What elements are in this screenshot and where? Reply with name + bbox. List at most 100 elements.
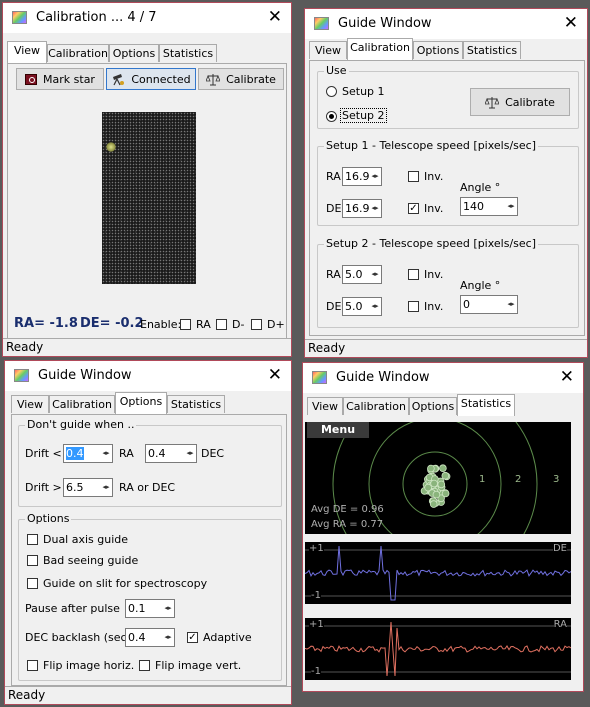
- adaptive-checkbox[interactable]: ✓: [187, 632, 198, 643]
- setup2-de-field[interactable]: 5.0 ◂▸: [342, 297, 382, 316]
- enable-ra-label: RA: [196, 318, 211, 331]
- inv-label: Inv.: [424, 170, 444, 183]
- tab-bar: View Calibration Options Statistics: [7, 41, 287, 63]
- drift-ra-field[interactable]: 0.4 ◂▸: [63, 444, 113, 463]
- scale-icon: [206, 73, 221, 85]
- guide-statistics-window: Guide Window ✕ View Calibration Options …: [302, 362, 584, 692]
- scale-icon: [485, 96, 500, 108]
- avg-ra-label: Avg RA = 0.77: [311, 519, 384, 530]
- spin-arrows[interactable]: ◂▸: [369, 169, 381, 184]
- scatter-point: [437, 480, 446, 489]
- enable-ra-checkbox[interactable]: [180, 319, 191, 330]
- backlash-field[interactable]: 0.4 ◂▸: [125, 628, 175, 647]
- spin-arrows[interactable]: ◂▸: [369, 299, 381, 314]
- bad-seeing-checkbox[interactable]: [27, 555, 38, 566]
- setup1-angle-field[interactable]: 140 ◂▸: [460, 197, 518, 216]
- tab-calibration[interactable]: Calibration: [343, 397, 409, 415]
- enable-dminus-label: D-: [232, 318, 245, 331]
- setup2-de-inv-checkbox[interactable]: [408, 301, 419, 312]
- close-icon[interactable]: ✕: [564, 13, 578, 33]
- setup2-ra-inv-checkbox[interactable]: [408, 269, 419, 280]
- spin-arrows[interactable]: ◂▸: [369, 201, 381, 216]
- tab-calibration[interactable]: Calibration: [49, 395, 115, 413]
- drift-max-field[interactable]: 6.5 ◂▸: [63, 478, 113, 497]
- pause-label: Pause after pulse: [25, 602, 120, 615]
- spin-arrows[interactable]: ◂▸: [162, 630, 174, 645]
- tab-calibration[interactable]: Calibration: [347, 38, 413, 60]
- tab-statistics[interactable]: Statistics: [167, 395, 225, 413]
- use-group: Use Setup 1 Setup 2 Calibrate: [317, 64, 579, 129]
- adaptive-label: Adaptive: [203, 631, 252, 644]
- tab-statistics[interactable]: Statistics: [457, 394, 515, 416]
- tab-options[interactable]: Options: [413, 41, 463, 59]
- close-icon[interactable]: ✕: [268, 7, 282, 27]
- connected-button[interactable]: Connected: [106, 68, 196, 90]
- statistics-panel: Menu 1 2 3 Avg DE = 0.96 Avg RA = 0.77 +…: [303, 416, 583, 691]
- drift-lt-label: Drift <: [25, 447, 62, 460]
- setup1-radio[interactable]: [326, 86, 337, 97]
- tab-view[interactable]: View: [307, 397, 343, 415]
- calibrate-button[interactable]: Calibrate: [470, 88, 570, 116]
- window-title: Guide Window: [336, 370, 430, 385]
- scatter-point: [429, 500, 438, 508]
- dual-axis-checkbox[interactable]: [27, 534, 38, 545]
- spin-arrows[interactable]: ◂▸: [100, 446, 112, 461]
- setup1-de-field[interactable]: 16.9 ◂▸: [342, 199, 382, 218]
- menu-button[interactable]: Menu: [307, 422, 369, 438]
- scatter-point: [427, 464, 435, 473]
- spin-arrows[interactable]: ◂▸: [162, 601, 174, 616]
- camera-image[interactable]: [102, 112, 196, 284]
- flip-horiz-checkbox[interactable]: [27, 660, 38, 671]
- ra-minus-label: -1: [311, 666, 321, 677]
- setup2-group: Setup 2 - Telescope speed [pixels/sec] R…: [317, 237, 579, 328]
- ra-label: RA: [119, 447, 134, 460]
- tab-statistics[interactable]: Statistics: [463, 41, 521, 59]
- setup2-radio[interactable]: [326, 111, 337, 122]
- tab-view[interactable]: View: [7, 41, 47, 63]
- de-axis-label: DE: [552, 543, 567, 554]
- spin-arrows[interactable]: ◂▸: [100, 480, 112, 495]
- close-icon[interactable]: ✕: [560, 367, 574, 387]
- enable-dplus-checkbox[interactable]: [251, 319, 262, 330]
- ra-label: RA: [326, 268, 341, 281]
- setup1-de-inv-checkbox[interactable]: ✓: [408, 203, 419, 214]
- spin-arrows[interactable]: ◂▸: [369, 267, 381, 282]
- setup2-label: Setup 2: [340, 108, 387, 123]
- tab-calibration[interactable]: Calibration: [47, 44, 109, 62]
- spin-arrows[interactable]: ◂▸: [184, 446, 196, 461]
- scatter-point: [430, 479, 438, 488]
- guide-options-window: Guide Window ✕ View Calibration Options …: [4, 360, 292, 705]
- setup1-ra-inv-checkbox[interactable]: [408, 171, 419, 182]
- dual-axis-label: Dual axis guide: [43, 533, 129, 546]
- angle-label: Angle °: [460, 181, 501, 194]
- setup2-ra-field[interactable]: 5.0 ◂▸: [342, 265, 382, 284]
- drift-dec-field[interactable]: 0.4 ◂▸: [145, 444, 197, 463]
- backlash-label: DEC backlash (sec): [25, 631, 131, 644]
- mark-star-button[interactable]: Mark star: [16, 68, 104, 90]
- options-label: Options: [25, 512, 72, 525]
- flip-vert-checkbox[interactable]: [139, 660, 150, 671]
- tab-options[interactable]: Options: [115, 392, 167, 414]
- tab-options[interactable]: Options: [109, 44, 159, 62]
- setup1-ra-field[interactable]: 16.9 ◂▸: [342, 167, 382, 186]
- scatter-point: [432, 490, 441, 499]
- de-label: DE: [326, 300, 342, 313]
- setup2-angle-field[interactable]: 0 ◂▸: [460, 295, 518, 314]
- slit-checkbox[interactable]: [27, 578, 38, 589]
- tab-view[interactable]: View: [309, 41, 347, 59]
- scatter-points: [420, 464, 451, 508]
- telescope-icon: [113, 73, 125, 85]
- spin-arrows[interactable]: ◂▸: [505, 199, 517, 214]
- tab-options[interactable]: Options: [409, 397, 457, 415]
- tab-statistics[interactable]: Statistics: [159, 44, 217, 62]
- dec-label: DEC: [201, 447, 225, 460]
- setup1-group: Setup 1 - Telescope speed [pixels/sec] R…: [317, 139, 579, 226]
- window-title: Calibration ... 4 / 7: [36, 10, 157, 25]
- close-icon[interactable]: ✕: [268, 365, 282, 385]
- pause-field[interactable]: 0.1 ◂▸: [125, 599, 175, 618]
- enable-dminus-checkbox[interactable]: [216, 319, 227, 330]
- calibrate-button[interactable]: Calibrate: [198, 68, 284, 90]
- de-plus-label: +1: [309, 543, 324, 554]
- spin-arrows[interactable]: ◂▸: [505, 297, 517, 312]
- tab-view[interactable]: View: [11, 395, 49, 413]
